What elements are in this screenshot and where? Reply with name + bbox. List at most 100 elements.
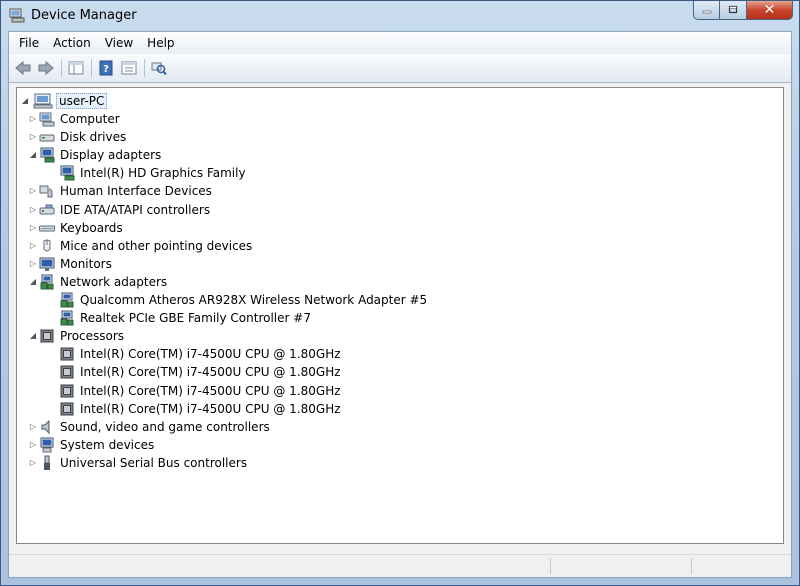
tree-category[interactable]: ▷ Mice and other pointing devices [30,237,254,255]
maximize-icon [728,5,738,14]
tree-category[interactable]: ◢ Network adapters [30,273,169,291]
status-divider [691,558,692,574]
tree-device[interactable]: Realtek PCIe GBE Family Controller #7 [59,309,313,327]
tree-category[interactable]: ▷ Keyboards [30,219,125,237]
tree-category[interactable]: ▷ Disk drives [30,128,128,146]
maximize-button[interactable] [720,1,747,20]
tree-category[interactable]: ▷ Sound, video and game controllers [30,418,272,436]
computer-icon [39,111,55,127]
collapsed-arrow-icon[interactable]: ▷ [29,187,37,195]
title-bar[interactable]: Device Manager ✕ [1,1,799,32]
menu-file[interactable]: File [12,32,46,54]
network-adapter-icon [59,292,75,308]
tree-device[interactable]: Qualcomm Atheros AR928X Wireless Network… [59,291,429,309]
collapsed-arrow-icon[interactable]: ▷ [29,223,37,232]
collapsed-arrow-icon[interactable]: ▷ [29,205,37,214]
forward-arrow-icon [38,60,54,76]
tree-item-label[interactable]: IDE ATA/ATAPI controllers [58,203,212,217]
menu-view[interactable]: View [98,32,140,54]
tree-device[interactable]: Intel(R) HD Graphics Family [59,164,248,182]
computer-icon [33,93,53,109]
ide-controller-icon [39,202,55,218]
tree-device[interactable]: Intel(R) Core(TM) i7-4500U CPU @ 1.80GHz [59,345,343,363]
tree-device[interactable]: Intel(R) Core(TM) i7-4500U CPU @ 1.80GHz [59,363,343,381]
collapsed-arrow-icon[interactable]: ▷ [29,133,37,141]
tree-root[interactable]: ◢ user-PC [21,92,108,110]
tree-item-label[interactable]: Intel(R) Core(TM) i7-4500U CPU @ 1.80GHz [78,347,343,361]
menu-action[interactable]: Action [46,32,98,54]
tree-item-label[interactable]: Disk drives [58,130,128,144]
scan-hardware-changes-icon [151,62,167,76]
minimize-button[interactable] [693,1,720,20]
tree-device[interactable]: Intel(R) Core(TM) i7-4500U CPU @ 1.80GHz [59,400,343,418]
back-arrow-icon [15,60,31,76]
expanded-arrow-icon[interactable]: ◢ [29,151,37,159]
collapsed-arrow-icon[interactable]: ▷ [29,259,37,268]
tree-item-label[interactable]: Realtek PCIe GBE Family Controller #7 [78,311,313,325]
toolbar-separator [144,59,145,77]
usb-icon [39,455,55,471]
display-adapter-icon [59,165,75,181]
toolbar-separator [61,59,62,77]
menu-help[interactable]: Help [140,32,181,54]
svg-text:?: ? [103,64,109,75]
tree-root-label[interactable]: user-PC [56,93,108,109]
menu-bar: File Action View Help [9,32,791,55]
processor-icon [59,383,75,399]
properties-button[interactable] [119,58,139,78]
tree-item-label[interactable]: Intel(R) Core(TM) i7-4500U CPU @ 1.80GHz [78,402,343,416]
window-controls: ✕ [693,1,793,21]
tree-item-label[interactable]: Display adapters [58,148,163,162]
scan-hardware-changes-button[interactable] [149,58,169,78]
collapsed-arrow-icon[interactable]: ▷ [29,241,37,250]
expanded-arrow-icon[interactable]: ◢ [29,277,37,286]
tree-category[interactable]: ▷ Computer [30,110,122,128]
tree-category[interactable]: ▷ IDE ATA/ATAPI controllers [30,201,212,219]
tree-category[interactable]: ▷ Monitors [30,255,114,273]
tree-item-label[interactable]: Universal Serial Bus controllers [58,456,249,470]
client-area: File Action View Help ? ◢ user-PC ▷ Comp… [8,31,792,578]
tree-item-label[interactable]: Intel(R) Core(TM) i7-4500U CPU @ 1.80GHz [78,365,343,379]
device-tree[interactable]: ◢ user-PC ▷ Computer ▷ Disk drives ◢ Display … [16,87,784,544]
show-hide-console-tree-button[interactable] [66,58,86,78]
tree-item-label[interactable]: Computer [58,112,122,126]
tree-item-label[interactable]: Human Interface Devices [58,184,214,198]
tree-item-label[interactable]: Qualcomm Atheros AR928X Wireless Network… [78,293,429,307]
expanded-arrow-icon[interactable]: ◢ [21,97,29,105]
collapsed-arrow-icon[interactable]: ▷ [29,115,37,123]
processor-icon [59,401,75,417]
tree-item-label[interactable]: Intel(R) HD Graphics Family [78,166,248,180]
collapsed-arrow-icon[interactable]: ▷ [29,422,37,431]
tree-device[interactable]: Intel(R) Core(TM) i7-4500U CPU @ 1.80GHz [59,382,343,400]
tree-category[interactable]: ◢ Display adapters [30,146,163,164]
forward-button[interactable] [36,58,56,78]
expanded-arrow-icon[interactable]: ◢ [29,332,37,340]
hid-icon [39,183,55,199]
show-hide-console-tree-icon [68,61,84,75]
monitor-icon [39,256,55,272]
tree-category[interactable]: ◢ Processors [30,327,126,345]
tree-item-label[interactable]: Network adapters [58,275,169,289]
network-adapter-icon [59,310,75,326]
tree-item-label[interactable]: Keyboards [58,221,125,235]
tree-item-label[interactable]: Mice and other pointing devices [58,239,254,253]
properties-icon [121,61,137,75]
tree-item-label[interactable]: Monitors [58,257,114,271]
toolbar-separator [91,59,92,77]
back-button[interactable] [13,58,33,78]
tree-item-label[interactable]: Sound, video and game controllers [58,420,272,434]
display-adapter-icon [39,147,55,163]
collapsed-arrow-icon[interactable]: ▷ [29,458,37,467]
tree-item-label[interactable]: Intel(R) Core(TM) i7-4500U CPU @ 1.80GHz [78,384,343,398]
tree-category[interactable]: ▷ Universal Serial Bus controllers [30,454,249,472]
device-manager-window: Device Manager ✕ File Action View Help ?… [0,0,800,586]
tree-item-label[interactable]: Processors [58,329,126,343]
tree-category[interactable]: ▷ System devices [30,436,156,454]
help-button[interactable]: ? [96,58,116,78]
tree-item-label[interactable]: System devices [58,438,156,452]
window-title: Device Manager [31,8,137,23]
close-button[interactable]: ✕ [747,1,793,20]
mouse-icon [39,238,55,254]
collapsed-arrow-icon[interactable]: ▷ [29,440,37,449]
tree-category[interactable]: ▷ Human Interface Devices [30,182,214,200]
